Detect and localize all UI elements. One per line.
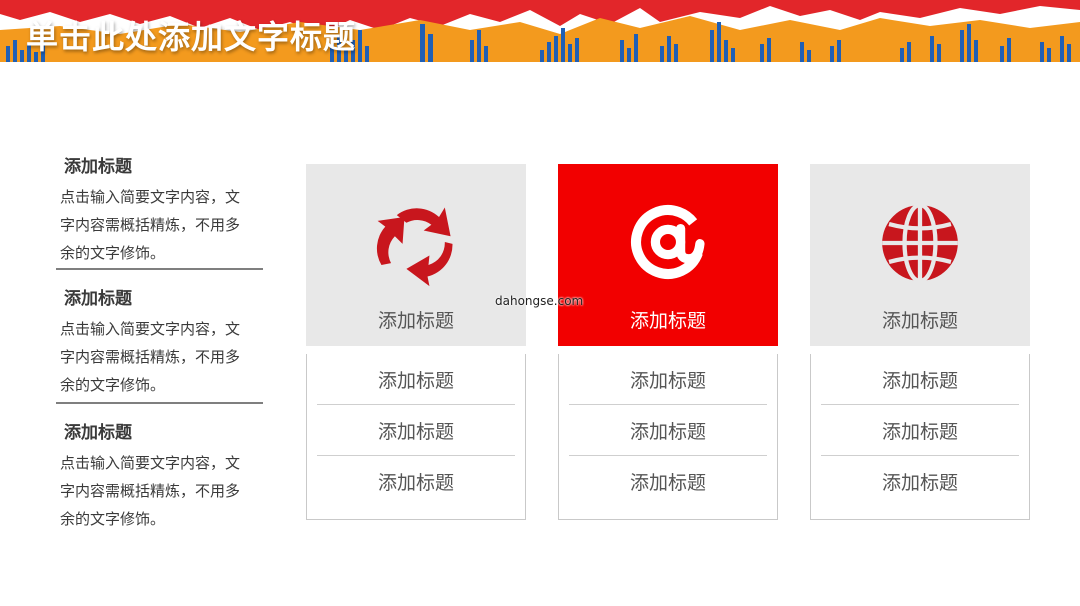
card-row[interactable]: 添加标题 bbox=[569, 405, 767, 456]
page-title[interactable]: 单击此处添加文字标题 bbox=[26, 12, 356, 58]
card-header: 添加标题 bbox=[306, 164, 526, 346]
card-row[interactable]: 添加标题 bbox=[569, 456, 767, 507]
card-title[interactable]: 添加标题 bbox=[306, 306, 526, 333]
left-item-1: 添加标题 点击输入简要文字内容，文 字内容需概括精炼，不用多 余的文字修饰。 bbox=[56, 152, 264, 267]
divider bbox=[56, 402, 263, 404]
left-item-desc[interactable]: 点击输入简要文字内容，文 字内容需概括精炼，不用多 余的文字修饰。 bbox=[60, 183, 264, 267]
card-list: 添加标题 添加标题 添加标题 bbox=[558, 354, 778, 520]
divider bbox=[56, 268, 263, 270]
at-sign-icon bbox=[558, 200, 778, 284]
desc-line: 点击输入简要文字内容，文 bbox=[60, 320, 241, 338]
left-item-desc[interactable]: 点击输入简要文字内容，文 字内容需概括精炼，不用多 余的文字修饰。 bbox=[60, 449, 264, 533]
desc-line: 余的文字修饰。 bbox=[60, 376, 166, 394]
card-title[interactable]: 添加标题 bbox=[558, 306, 778, 333]
left-item-2: 添加标题 点击输入简要文字内容，文 字内容需概括精炼，不用多 余的文字修饰。 bbox=[56, 284, 264, 399]
desc-line: 字内容需概括精炼，不用多 bbox=[60, 216, 241, 234]
left-item-title[interactable]: 添加标题 bbox=[64, 284, 264, 309]
card-row[interactable]: 添加标题 bbox=[317, 354, 515, 405]
card-row[interactable]: 添加标题 bbox=[821, 354, 1019, 405]
card-title[interactable]: 添加标题 bbox=[810, 306, 1030, 333]
desc-line: 余的文字修饰。 bbox=[60, 244, 166, 262]
card-row[interactable]: 添加标题 bbox=[821, 405, 1019, 456]
card-globe: 添加标题 添加标题 添加标题 添加标题 bbox=[810, 164, 1030, 520]
recycle-icon bbox=[306, 194, 526, 290]
desc-line: 点击输入简要文字内容，文 bbox=[60, 188, 241, 206]
watermark: dahongse.com bbox=[495, 294, 584, 308]
left-item-desc[interactable]: 点击输入简要文字内容，文 字内容需概括精炼，不用多 余的文字修饰。 bbox=[60, 315, 264, 399]
card-row[interactable]: 添加标题 bbox=[821, 456, 1019, 507]
card-list: 添加标题 添加标题 添加标题 bbox=[306, 354, 526, 520]
desc-line: 字内容需概括精炼，不用多 bbox=[60, 348, 241, 366]
header-banner: 单击此处添加文字标题 bbox=[0, 0, 1080, 62]
left-item-3: 添加标题 点击输入简要文字内容，文 字内容需概括精炼，不用多 余的文字修饰。 bbox=[56, 418, 264, 533]
left-item-title[interactable]: 添加标题 bbox=[64, 152, 264, 177]
card-row[interactable]: 添加标题 bbox=[317, 405, 515, 456]
desc-line: 字内容需概括精炼，不用多 bbox=[60, 482, 241, 500]
card-header: 添加标题 bbox=[558, 164, 778, 346]
card-recycle: 添加标题 添加标题 添加标题 添加标题 bbox=[306, 164, 526, 520]
globe-icon bbox=[810, 200, 1030, 286]
card-at-sign: 添加标题 添加标题 添加标题 添加标题 bbox=[558, 164, 778, 520]
left-item-title[interactable]: 添加标题 bbox=[64, 418, 264, 443]
desc-line: 余的文字修饰。 bbox=[60, 510, 166, 528]
desc-line: 点击输入简要文字内容，文 bbox=[60, 454, 241, 472]
card-row[interactable]: 添加标题 bbox=[569, 354, 767, 405]
card-row[interactable]: 添加标题 bbox=[317, 456, 515, 507]
card-header: 添加标题 bbox=[810, 164, 1030, 346]
card-list: 添加标题 添加标题 添加标题 bbox=[810, 354, 1030, 520]
